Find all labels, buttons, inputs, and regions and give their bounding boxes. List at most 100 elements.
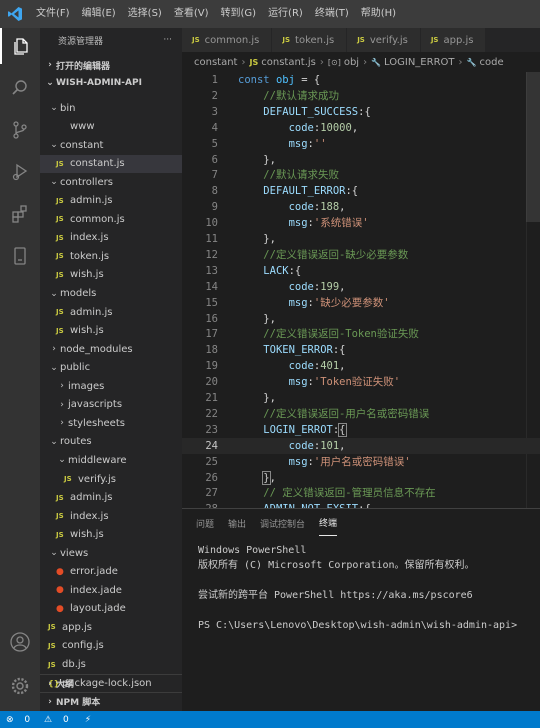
breadcrumb-item[interactable]: constant.js <box>261 57 316 68</box>
menu-item[interactable]: 运行(R) <box>262 0 309 28</box>
code-token: msg <box>288 455 308 468</box>
tree-item[interactable]: JS wish.js <box>40 266 182 284</box>
tree-item[interactable]: JS verify.js <box>40 470 182 488</box>
tree-item[interactable]: JS admin.js <box>40 303 182 321</box>
code-token: = { <box>294 74 321 86</box>
breadcrumb-item[interactable]: code <box>479 57 503 68</box>
line-number: 7 <box>211 169 218 182</box>
terminal-line: Windows PowerShell <box>198 545 307 556</box>
settings-gear-icon[interactable] <box>0 668 40 704</box>
menu-item[interactable]: 编辑(E) <box>76 0 122 28</box>
js-file-icon: JS <box>249 57 259 67</box>
sync-icon[interactable]: ⚡ <box>85 715 91 725</box>
tree-item[interactable]: JS app.js <box>40 618 182 636</box>
open-editors-section[interactable]: › 打开的编辑器 <box>40 56 182 74</box>
panel-tab[interactable]: 输出 <box>228 511 246 536</box>
tree-item[interactable]: JS admin.js <box>40 489 182 507</box>
menu-item[interactable]: 查看(V) <box>168 0 215 28</box>
menu-item[interactable]: 文件(F) <box>30 0 76 28</box>
tree-item[interactable]: www <box>40 118 182 136</box>
problems-indicator[interactable]: ⊗ 0 ⚠ 0 <box>6 715 77 725</box>
tree-item[interactable]: ● index.jade <box>40 581 182 599</box>
tree-item[interactable]: ⌄ views <box>40 544 182 562</box>
code-content: // 定义错误返回-管理员信息不存在 <box>238 485 435 501</box>
tree-item[interactable]: JS wish.js <box>40 526 182 544</box>
remote-explorer-icon[interactable] <box>0 238 40 274</box>
tree-item[interactable]: JS wish.js <box>40 322 182 340</box>
tree-item[interactable]: › javascripts <box>40 396 182 414</box>
breadcrumb-item[interactable]: constant <box>194 57 237 68</box>
terminal-line: PS C:\Users\Lenovo\Desktop\wish-admin\wi… <box>198 620 518 631</box>
npm-scripts-section[interactable]: › NPM 脚本 <box>40 692 182 710</box>
code-editor[interactable]: 1 const obj = {2 //默认请求成功 3 DEFAULT_SUCCES… <box>182 72 540 508</box>
run-debug-icon[interactable] <box>0 154 40 190</box>
tree-item[interactable]: › node_modules <box>40 340 182 358</box>
editor-tab[interactable]: JS common.js <box>182 28 273 52</box>
menu-item[interactable]: 终端(T) <box>309 0 355 28</box>
tree-item[interactable]: JS constant.js <box>40 154 182 173</box>
account-icon[interactable] <box>0 624 40 660</box>
tree-item[interactable]: ⌄ controllers <box>40 173 182 191</box>
line-number: 26 <box>205 471 218 484</box>
extensions-icon[interactable] <box>0 196 40 232</box>
tree-item[interactable]: ● layout.jade <box>40 600 182 618</box>
tree-item[interactable]: JS index.js <box>40 507 182 525</box>
code-content: msg:'系统错误' <box>238 215 369 231</box>
code-line: 9 code:188, <box>182 199 540 215</box>
code-line: 3 DEFAULT_SUCCESS:{ <box>182 104 540 120</box>
editor-tab[interactable]: JS verify.js <box>347 28 421 52</box>
editor-tab[interactable]: JS app.js <box>420 28 487 52</box>
tree-item-label: app.js <box>62 621 92 633</box>
tree-item[interactable]: JS token.js <box>40 247 182 265</box>
tree-item[interactable]: JS index.js <box>40 229 182 247</box>
tree-item[interactable]: JS config.js <box>40 637 182 655</box>
code-token: LOGIN_ERROT <box>263 423 333 436</box>
breadcrumb-item[interactable]: LOGIN_ERROT <box>384 57 454 68</box>
tree-item[interactable]: › images <box>40 377 182 395</box>
tree-item[interactable]: ● error.jade <box>40 563 182 581</box>
menu-item[interactable]: 选择(S) <box>122 0 168 28</box>
terminal-output[interactable]: Windows PowerShell 版权所有 (C) Microsoft Cor… <box>182 537 540 639</box>
menu-item[interactable]: 转到(G) <box>215 0 263 28</box>
terminal-line: 版权所有 (C) Microsoft Corporation。保留所有权利。 <box>198 560 475 571</box>
panel-tab[interactable]: 终端 <box>319 510 338 536</box>
tree-item[interactable]: JS admin.js <box>40 192 182 210</box>
code-content: msg:'' <box>238 136 327 152</box>
tree-item[interactable]: ⌄ routes <box>40 433 182 451</box>
tree-item[interactable]: ⌄ middleware <box>40 451 182 469</box>
tree-item[interactable]: ⌄ public <box>40 359 182 377</box>
line-number: 6 <box>211 153 218 166</box>
error-icon: ⊗ <box>6 714 14 725</box>
line-number: 2 <box>211 89 218 102</box>
panel-tab[interactable]: 问题 <box>196 511 214 536</box>
chevron-right-icon: › <box>60 418 64 429</box>
editor-tab[interactable]: JS token.js <box>272 28 348 52</box>
js-file-icon: JS <box>48 641 56 650</box>
outline-section[interactable]: › 大纲 <box>40 674 182 692</box>
tree-item-label: constant <box>60 139 104 151</box>
tree-item[interactable]: › stylesheets <box>40 414 182 432</box>
code-token: '用户名或密码错误' <box>313 455 411 468</box>
line-number: 14 <box>205 280 218 293</box>
js-file-icon: JS <box>56 215 64 224</box>
search-icon[interactable] <box>0 70 40 106</box>
tree-item[interactable]: ⌄ bin <box>40 99 182 117</box>
line-number: 5 <box>211 137 218 150</box>
code-line: 6 }, <box>182 152 540 168</box>
more-actions-icon[interactable]: ··· <box>163 35 172 45</box>
project-section[interactable]: ⌄ WISH-ADMIN-API <box>40 74 182 92</box>
explorer-icon[interactable] <box>0 28 40 64</box>
tree-item[interactable]: JS common.js <box>40 210 182 228</box>
tree-item[interactable]: ⌄ models <box>40 285 182 303</box>
tree-item[interactable]: ⌄ constant <box>40 136 182 154</box>
menu-item[interactable]: 帮助(H) <box>355 0 402 28</box>
source-control-icon[interactable] <box>0 112 40 148</box>
breadcrumb-item[interactable]: obj <box>344 57 359 68</box>
tree-item[interactable]: JS db.js <box>40 656 182 674</box>
panel-tab[interactable]: 调试控制台 <box>260 511 305 536</box>
